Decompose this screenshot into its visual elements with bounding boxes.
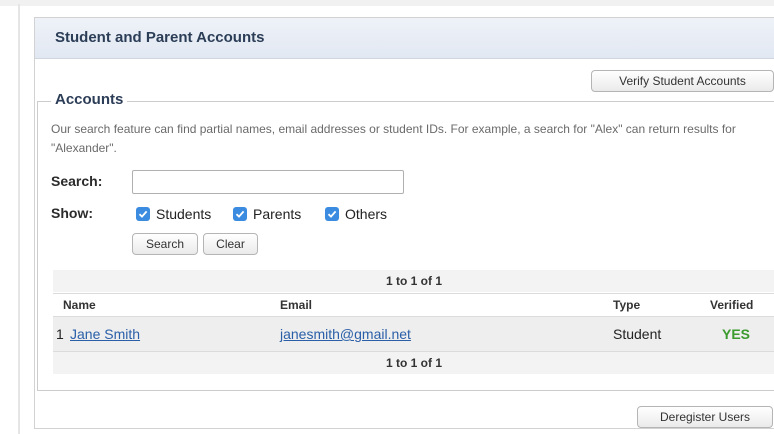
checkmark-icon — [327, 210, 337, 218]
user-email-link[interactable]: janesmith@gmail.net — [280, 326, 411, 342]
show-label: Show: — [51, 205, 93, 221]
deregister-users-button[interactable]: Deregister Users — [637, 406, 773, 428]
pagination-bottom: 1 to 1 of 1 — [53, 351, 774, 374]
column-header-type[interactable]: Type — [613, 298, 640, 312]
accounts-panel: Student and Parent Accounts Verify Stude… — [34, 17, 774, 429]
search-input[interactable] — [132, 170, 404, 194]
verified-status: YES — [722, 326, 751, 342]
search-help-text: Our search feature can find partial name… — [51, 122, 736, 155]
accounts-legend: Accounts — [51, 91, 128, 108]
column-header-verified[interactable]: Verified — [710, 298, 753, 312]
parents-checkbox[interactable] — [233, 207, 247, 221]
pagination-top: 1 to 1 of 1 — [53, 270, 774, 292]
clear-button[interactable]: Clear — [203, 233, 258, 255]
left-border — [18, 4, 20, 434]
checkmark-icon — [138, 210, 148, 218]
table-row: 1 Jane Smith janesmith@gmail.net Student… — [53, 316, 774, 351]
filter-parents[interactable]: Parents — [233, 205, 301, 223]
column-header-email[interactable]: Email — [280, 298, 312, 312]
parents-label[interactable]: Parents — [253, 206, 301, 222]
user-type: Student — [613, 326, 662, 342]
user-name-link[interactable]: Jane Smith — [70, 326, 140, 342]
others-checkbox[interactable] — [325, 207, 339, 221]
panel-header: Student and Parent Accounts — [35, 18, 774, 59]
filter-others[interactable]: Others — [325, 205, 387, 223]
panel-title: Student and Parent Accounts — [55, 29, 265, 46]
table-header: Name Email Type Verified — [53, 293, 774, 316]
search-label: Search: — [51, 173, 103, 189]
verify-student-accounts-button[interactable]: Verify Student Accounts — [591, 70, 774, 92]
search-button[interactable]: Search — [132, 233, 198, 255]
row-index: 1 — [56, 326, 64, 342]
students-checkbox[interactable] — [136, 207, 150, 221]
top-border — [0, 0, 774, 6]
checkmark-icon — [235, 210, 245, 218]
others-label[interactable]: Others — [345, 206, 387, 222]
students-label[interactable]: Students — [156, 206, 211, 222]
filter-students[interactable]: Students — [136, 205, 211, 223]
column-header-name[interactable]: Name — [63, 298, 96, 312]
